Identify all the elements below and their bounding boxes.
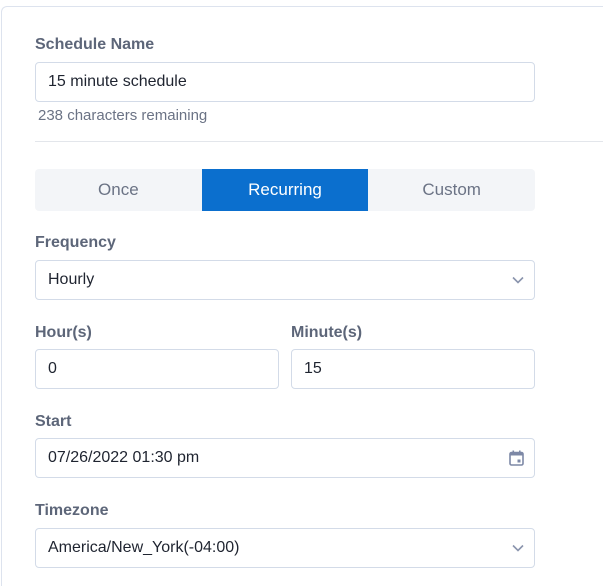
calendar-icon[interactable]: [509, 450, 524, 466]
schedule-name-value: 15 minute schedule: [48, 73, 187, 90]
frequency-label: Frequency: [35, 234, 116, 251]
timezone-label: Timezone: [35, 502, 109, 519]
schedule-name-label: Schedule Name: [35, 36, 155, 53]
hours-label: Hour(s): [35, 324, 92, 341]
tab-once[interactable]: Once: [35, 169, 202, 211]
timezone-select[interactable]: America/New_York(-04:00): [35, 528, 535, 568]
chevron-down-icon: [512, 544, 524, 552]
divider: [35, 141, 603, 142]
hours-value: 0: [48, 360, 57, 377]
tab-recurring[interactable]: Recurring: [201, 169, 369, 211]
minutes-value: 15: [304, 360, 322, 377]
characters-remaining: 238 characters remaining: [38, 107, 208, 124]
schedule-type-tabs: Once Recurring Custom: [35, 169, 535, 211]
start-value: 07/26/2022 01:30 pm: [48, 449, 200, 466]
frequency-value: Hourly: [48, 271, 95, 288]
frequency-select[interactable]: Hourly: [35, 260, 535, 300]
minutes-label: Minute(s): [291, 324, 363, 341]
start-datetime-input[interactable]: 07/26/2022 01:30 pm: [35, 438, 535, 478]
timezone-value: America/New_York(-04:00): [48, 539, 240, 556]
start-label: Start: [35, 413, 72, 430]
chevron-down-icon: [512, 276, 524, 284]
schedule-name-input[interactable]: 15 minute schedule: [35, 62, 535, 102]
tab-custom[interactable]: Custom: [368, 169, 535, 211]
minutes-input[interactable]: 15: [291, 349, 535, 389]
hours-input[interactable]: 0: [35, 349, 279, 389]
